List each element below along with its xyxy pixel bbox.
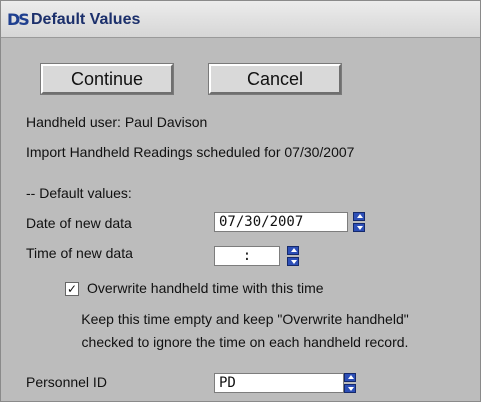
personnel-spinner[interactable] (344, 373, 356, 393)
spinner-up-icon[interactable] (344, 373, 356, 382)
app-logo-icon: DS (7, 10, 30, 29)
time-spinner[interactable] (287, 246, 299, 266)
date-of-new-data-field[interactable]: 07/30/2007 (214, 212, 348, 232)
overwrite-checkbox[interactable]: ✓ (65, 282, 79, 296)
checkmark-icon: ✓ (66, 282, 78, 296)
window-title: Default Values (31, 11, 141, 28)
date-of-new-data-label: Date of new data (26, 215, 132, 231)
personnel-id-field[interactable]: PD (214, 373, 344, 393)
spinner-up-icon[interactable] (287, 246, 299, 255)
default-values-section-label: -- Default values: (26, 185, 132, 201)
date-spinner[interactable] (353, 212, 365, 232)
spinner-up-icon[interactable] (353, 212, 365, 221)
continue-button[interactable]: Continue (40, 63, 174, 95)
personnel-id-label: Personnel ID (26, 374, 107, 390)
spinner-down-icon[interactable] (344, 384, 356, 393)
default-values-window: DS Default Values Continue Cancel Handhe… (0, 0, 481, 402)
title-bar[interactable]: DS Default Values (1, 1, 480, 38)
spinner-down-icon[interactable] (353, 223, 365, 232)
import-schedule-text: Import Handheld Readings scheduled for 0… (26, 144, 355, 160)
cancel-button[interactable]: Cancel (208, 63, 342, 95)
overwrite-label: Overwrite handheld time with this time (87, 280, 324, 296)
handheld-user-text: Handheld user: Paul Davison (26, 114, 208, 130)
time-of-new-data-field[interactable]: : (214, 246, 280, 266)
time-note-line2: checked to ignore the time on each handh… (81, 334, 409, 350)
time-note-line1: Keep this time empty and keep "Overwrite… (81, 311, 409, 327)
time-of-new-data-label: Time of new data (26, 245, 133, 261)
spinner-down-icon[interactable] (287, 257, 299, 266)
